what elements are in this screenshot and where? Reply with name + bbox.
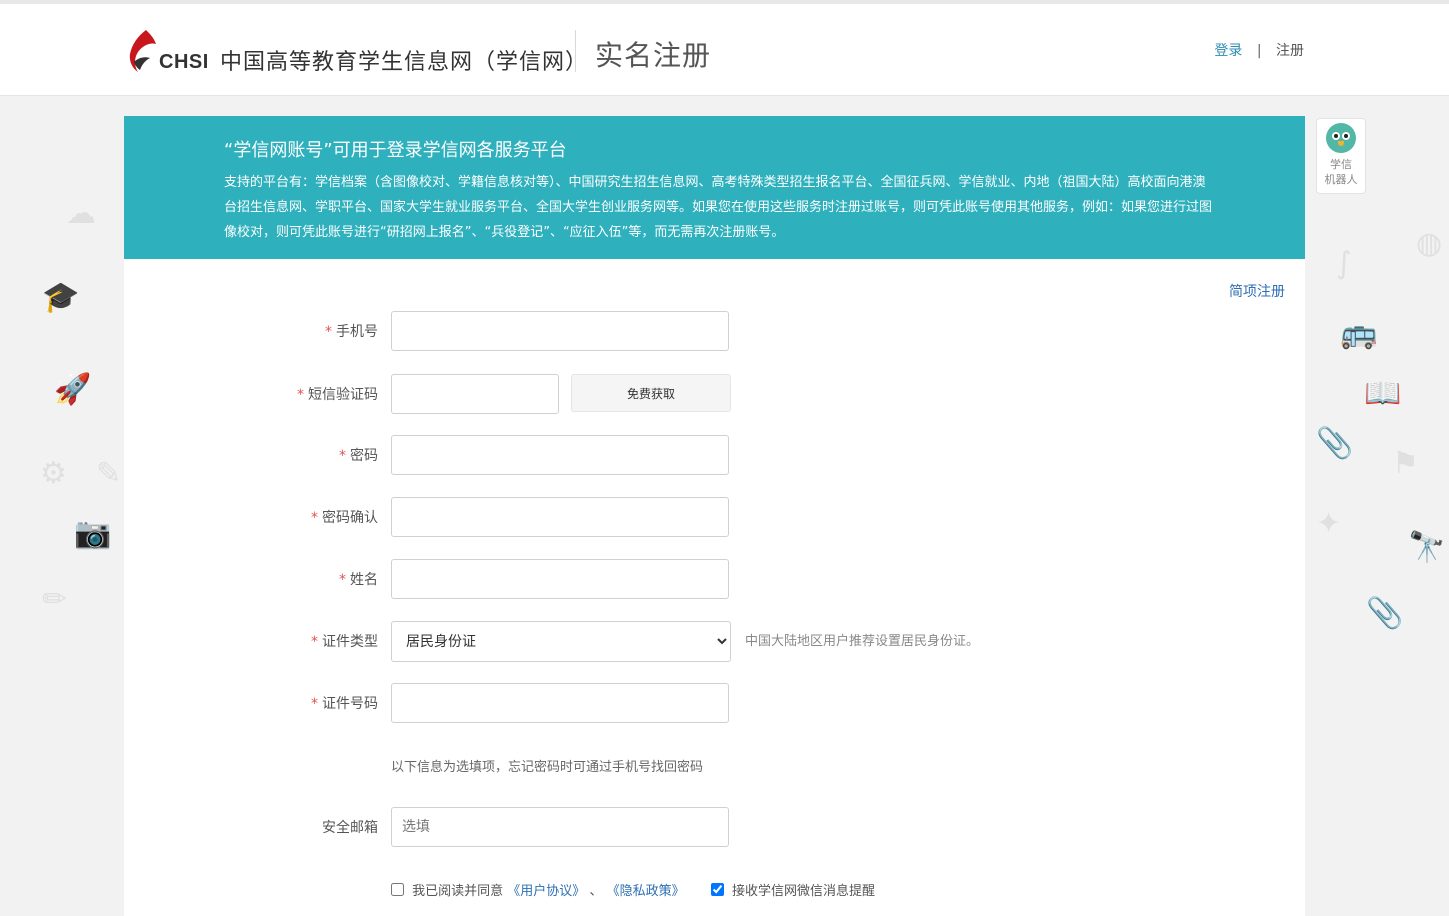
- register-link[interactable]: 注册: [1276, 43, 1304, 59]
- password-confirm-input[interactable]: [391, 497, 729, 537]
- telescope-doodle-icon: 🔭: [1408, 530, 1446, 565]
- header-divider: [575, 30, 576, 72]
- paperclip-doodle-icon: 📎: [1366, 596, 1404, 631]
- optional-info-note: 以下信息为选填项，忘记密码时可通过手机号找回密码: [391, 760, 704, 775]
- stethoscope-doodle-icon: ∫: [1336, 246, 1352, 281]
- bus-doodle-icon: 🚌: [1340, 316, 1378, 351]
- phone-row: * 手机号: [124, 311, 1305, 353]
- email-row: 安全邮箱: [124, 807, 1305, 849]
- privacy-policy-link[interactable]: 《隐私政策》: [607, 884, 685, 899]
- notebook-doodle-icon: ✎: [96, 456, 122, 491]
- logo-text: CHSI: [159, 51, 209, 73]
- sms-code-input[interactable]: [391, 374, 559, 414]
- site-name[interactable]: 中国高等教育学生信息网（学信网）: [220, 44, 588, 76]
- password-confirm-label: * 密码确认: [311, 510, 378, 526]
- simple-register-link[interactable]: 简项注册: [1229, 281, 1285, 301]
- email-input[interactable]: [391, 807, 729, 847]
- id-type-select[interactable]: 居民身份证: [391, 621, 731, 662]
- agree-text: 我已阅读并同意: [412, 884, 504, 899]
- agreement-joiner: 、: [589, 884, 603, 899]
- id-type-hint: 中国大陆地区用户推荐设置居民身份证。: [745, 634, 980, 649]
- banner-title: “学信网账号”可用于登录学信网各服务平台: [224, 140, 567, 161]
- id-number-label: * 证件号码: [311, 696, 378, 712]
- password-input[interactable]: [391, 435, 729, 475]
- robot-label-line1: 学信: [1330, 158, 1352, 171]
- wechat-notify-text: 接收学信网微信消息提醒: [732, 884, 876, 899]
- phone-input[interactable]: [391, 311, 729, 351]
- owl-robot-icon: [1326, 123, 1356, 153]
- user-agreement-link[interactable]: 《用户协议》: [507, 884, 585, 899]
- link-separator: |: [1256, 43, 1262, 59]
- id-type-row: * 证件类型 居民身份证 中国大陆地区用户推荐设置居民身份证。: [124, 621, 1305, 663]
- agree-checkbox[interactable]: [391, 883, 404, 896]
- name-input[interactable]: [391, 559, 729, 599]
- gear-doodle-icon: ⚙: [40, 456, 67, 491]
- cloud-doodle-icon: ☁: [66, 196, 96, 231]
- robot-label-line2: 机器人: [1324, 173, 1358, 186]
- pencil-doodle-icon: ✏: [42, 582, 68, 617]
- login-link[interactable]: 登录: [1214, 43, 1242, 59]
- sms-code-label: * 短信验证码: [297, 387, 378, 403]
- register-panel: “学信网账号”可用于登录学信网各服务平台 支持的平台有：学信档案（含图像校对、学…: [124, 116, 1305, 916]
- name-row: * 姓名: [124, 559, 1305, 601]
- id-type-label: * 证件类型: [311, 634, 378, 650]
- info-banner: “学信网账号”可用于登录学信网各服务平台 支持的平台有：学信档案（含图像校对、学…: [124, 116, 1305, 259]
- id-number-row: * 证件号码: [124, 683, 1305, 725]
- signpost-doodle-icon: ⚑: [1392, 446, 1419, 481]
- globe-doodle-icon: ◍: [1416, 226, 1443, 261]
- rocket-doodle-icon: 🚀: [54, 372, 92, 407]
- paperclip-doodle-icon: 📎: [1316, 426, 1354, 461]
- name-label: * 姓名: [339, 572, 378, 588]
- wechat-notify-checkbox[interactable]: [710, 883, 724, 896]
- email-label: 安全邮箱: [322, 820, 378, 836]
- password-row: * 密码: [124, 435, 1305, 477]
- sms-code-row: * 短信验证码 免费获取: [124, 374, 1305, 416]
- site-header: CHSI 中国高等教育学生信息网（学信网） 实名注册 登录 | 注册: [0, 4, 1449, 96]
- camera-doodle-icon: 📷: [74, 516, 112, 551]
- banner-description: 支持的平台有：学信档案（含图像校对、学籍信息核对等）、中国研究生招生信息网、高考…: [224, 175, 1213, 240]
- header-links: 登录 | 注册: [1214, 40, 1304, 60]
- book-doodle-icon: 📖: [1364, 376, 1402, 411]
- page-title: 实名注册: [595, 39, 712, 72]
- password-confirm-row: * 密码确认: [124, 497, 1305, 539]
- get-code-button[interactable]: 免费获取: [571, 374, 731, 412]
- stars-doodle-icon: ✦: [1316, 506, 1342, 541]
- agreement-row: 我已阅读并同意 《用户协议》 、 《隐私政策》 接收学信网微信消息提醒: [391, 880, 875, 900]
- phone-label: * 手机号: [325, 324, 378, 340]
- robot-assistant-button[interactable]: 学信 机器人: [1316, 118, 1366, 194]
- password-label: * 密码: [339, 448, 378, 464]
- graduation-cap-doodle-icon: 🎓: [42, 280, 80, 315]
- id-number-input[interactable]: [391, 683, 729, 723]
